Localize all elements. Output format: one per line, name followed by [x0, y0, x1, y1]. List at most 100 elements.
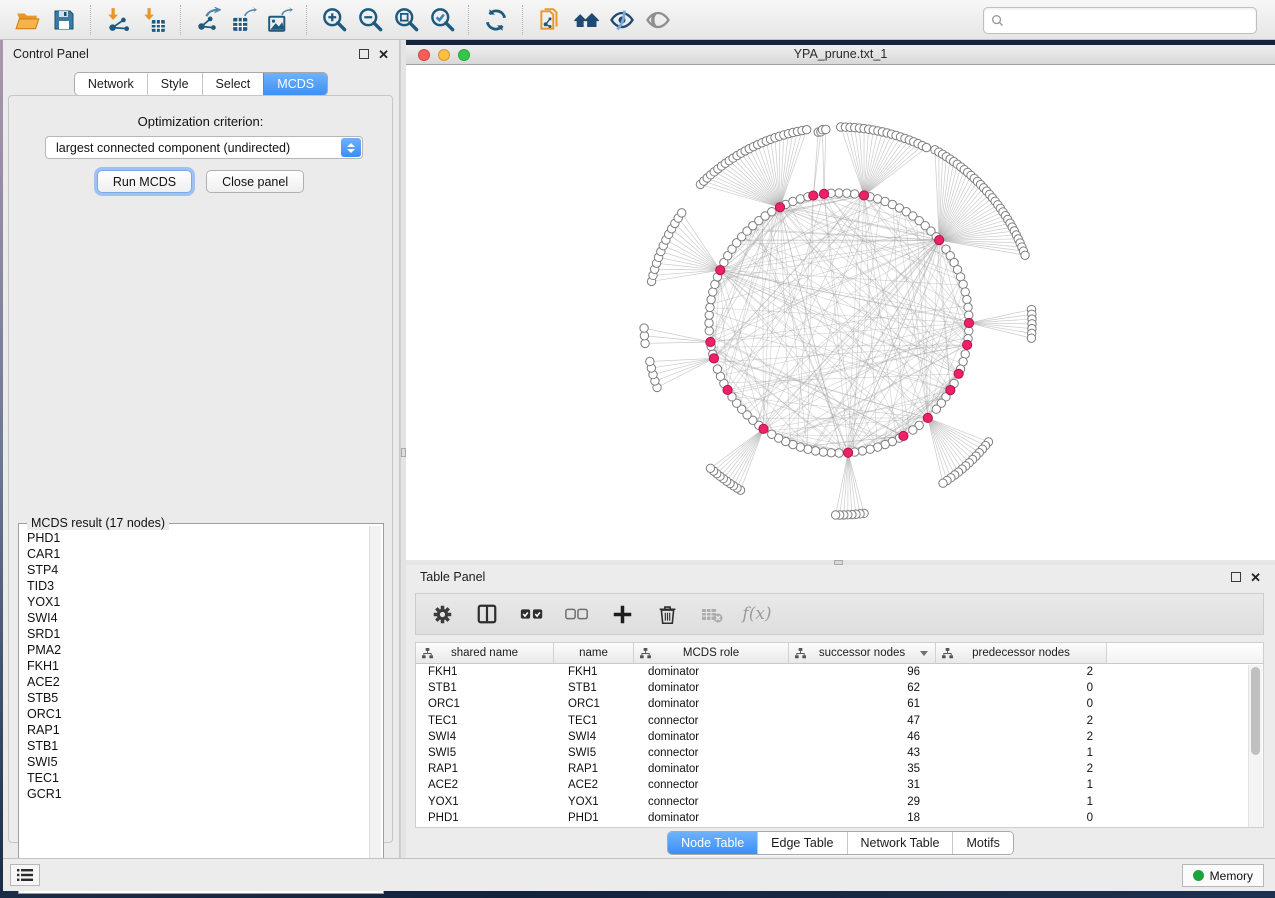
export-table-button[interactable] — [226, 4, 262, 36]
show-all-button[interactable] — [568, 4, 604, 36]
import-network-button[interactable] — [100, 4, 136, 36]
mcds-result-item[interactable]: SWI5 — [19, 754, 369, 770]
mcds-result-item[interactable]: STB5 — [19, 690, 369, 706]
export-network-button[interactable] — [190, 4, 226, 36]
criterion-dropdown[interactable]: largest connected component (undirected) — [45, 136, 363, 159]
close-panel-icon[interactable]: ✕ — [378, 48, 389, 61]
mcds-result-item[interactable]: STB1 — [19, 738, 369, 754]
new-network-button[interactable] — [532, 4, 568, 36]
create-column-button[interactable] — [608, 599, 636, 629]
table-cell: RAP1 — [554, 763, 634, 775]
tab-motifs[interactable]: Motifs — [952, 832, 1012, 854]
mcds-result-item[interactable]: TID3 — [19, 578, 369, 594]
show-details-button[interactable] — [640, 4, 676, 36]
table-row[interactable]: ORC1ORC1dominator610 — [416, 696, 1263, 712]
unselect-all-columns-button[interactable] — [563, 599, 591, 629]
result-list-scrollbar[interactable] — [369, 526, 381, 891]
zoom-in-button[interactable] — [316, 4, 352, 36]
tab-mcds[interactable]: MCDS — [263, 73, 327, 95]
mcds-result-item[interactable]: ORC1 — [19, 706, 369, 722]
function-builder-button-disabled[interactable]: f(x) — [743, 599, 771, 629]
network-window-titlebar[interactable]: YPA_prune.txt_1 — [406, 45, 1275, 65]
column-header-filler — [1107, 643, 1263, 663]
mcds-result-item[interactable]: FKH1 — [19, 658, 369, 674]
column-header-predecessor-nodes[interactable]: predecessor nodes — [936, 643, 1107, 663]
scrollbar-thumb[interactable] — [1251, 667, 1260, 755]
refresh-icon — [483, 7, 509, 33]
table-cell: connector — [634, 779, 789, 791]
table-cell: dominator — [634, 666, 789, 678]
float-panel-icon[interactable] — [359, 49, 369, 59]
table-row[interactable]: PHD1PHD1dominator180 — [416, 810, 1263, 826]
mcds-result-item[interactable]: ACE2 — [19, 674, 369, 690]
tab-select[interactable]: Select — [202, 73, 264, 95]
houses-icon — [572, 6, 600, 34]
mcds-result-item[interactable]: YOX1 — [19, 594, 369, 610]
mcds-result-item[interactable]: TEC1 — [19, 770, 369, 786]
tab-edge-table[interactable]: Edge Table — [757, 832, 846, 854]
export-image-button[interactable] — [262, 4, 298, 36]
select-all-columns-button[interactable] — [518, 599, 546, 629]
zoom-fit-button[interactable] — [388, 4, 424, 36]
mcds-result-item[interactable]: RAP1 — [19, 722, 369, 738]
column-header-successor-nodes[interactable]: successor nodes — [789, 643, 936, 663]
mcds-result-item[interactable]: PHD1 — [19, 530, 369, 546]
delete-table-button-disabled[interactable] — [698, 599, 726, 629]
mcds-result-item[interactable]: STP4 — [19, 562, 369, 578]
delete-columns-button[interactable] — [653, 599, 681, 629]
column-header-mcds-role[interactable]: MCDS role — [634, 643, 789, 663]
open-file-button[interactable] — [10, 4, 46, 36]
table-scrollbar[interactable] — [1248, 665, 1262, 828]
table-row[interactable]: SWI4SWI4dominator462 — [416, 729, 1263, 745]
table-row[interactable]: FKH1FKH1dominator962 — [416, 664, 1263, 680]
column-header-name[interactable]: name — [554, 643, 634, 663]
search-field[interactable] — [983, 7, 1257, 34]
zoom-selected-button[interactable] — [424, 4, 460, 36]
import-table-button[interactable] — [136, 4, 172, 36]
table-cell: connector — [634, 747, 789, 759]
tab-network-table[interactable]: Network Table — [847, 832, 953, 854]
checked-boxes-icon — [519, 601, 545, 627]
status-bar: Memory — [3, 858, 1275, 891]
close-panel-button[interactable]: Close panel — [206, 170, 304, 193]
close-panel-icon[interactable]: ✕ — [1250, 571, 1261, 584]
table-row[interactable]: RAP1RAP1dominator352 — [416, 761, 1263, 777]
show-columns-button[interactable] — [473, 599, 501, 629]
save-icon — [52, 8, 76, 32]
memory-button[interactable]: Memory — [1182, 864, 1264, 887]
tab-node-table[interactable]: Node Table — [668, 832, 757, 854]
task-history-button[interactable] — [10, 864, 40, 886]
table-cell: ORC1 — [416, 698, 554, 710]
run-mcds-button[interactable]: Run MCDS — [97, 170, 192, 193]
search-input[interactable] — [1008, 13, 1256, 29]
table-cell: 29 — [789, 796, 936, 808]
mcds-result-item[interactable]: SRD1 — [19, 626, 369, 642]
zoom-out-button[interactable] — [352, 4, 388, 36]
toolbar-separator — [180, 5, 182, 35]
table-cell: 1 — [936, 747, 1107, 759]
mcds-result-title: MCDS result (17 nodes) — [27, 516, 169, 530]
sort-descending-icon — [920, 651, 928, 656]
save-session-button[interactable] — [46, 4, 82, 36]
apply-layout-button[interactable] — [478, 4, 514, 36]
table-row[interactable]: TEC1TEC1connector472 — [416, 713, 1263, 729]
table-row[interactable]: SWI5SWI5connector431 — [416, 745, 1263, 761]
table-row[interactable]: ACE2ACE2connector311 — [416, 777, 1263, 793]
mcds-result-item[interactable]: SWI4 — [19, 610, 369, 626]
column-header-shared-name[interactable]: shared name — [416, 643, 554, 663]
tab-network[interactable]: Network — [75, 73, 147, 95]
table-row[interactable]: STB1STB1dominator620 — [416, 680, 1263, 696]
network-view-window: YPA_prune.txt_1 — [406, 45, 1275, 560]
network-graph[interactable] — [406, 65, 1275, 560]
hide-details-button[interactable] — [604, 4, 640, 36]
mcds-result-item[interactable]: GCR1 — [19, 786, 369, 802]
table-row[interactable]: YOX1YOX1connector291 — [416, 794, 1263, 810]
tab-style[interactable]: Style — [147, 73, 202, 95]
float-panel-icon[interactable] — [1231, 572, 1241, 582]
zoom-fit-icon — [393, 6, 420, 33]
list-icon — [17, 868, 33, 882]
mcds-result-item[interactable]: CAR1 — [19, 546, 369, 562]
network-canvas[interactable] — [406, 65, 1275, 560]
mcds-result-item[interactable]: PMA2 — [19, 642, 369, 658]
table-settings-button[interactable] — [428, 599, 456, 629]
